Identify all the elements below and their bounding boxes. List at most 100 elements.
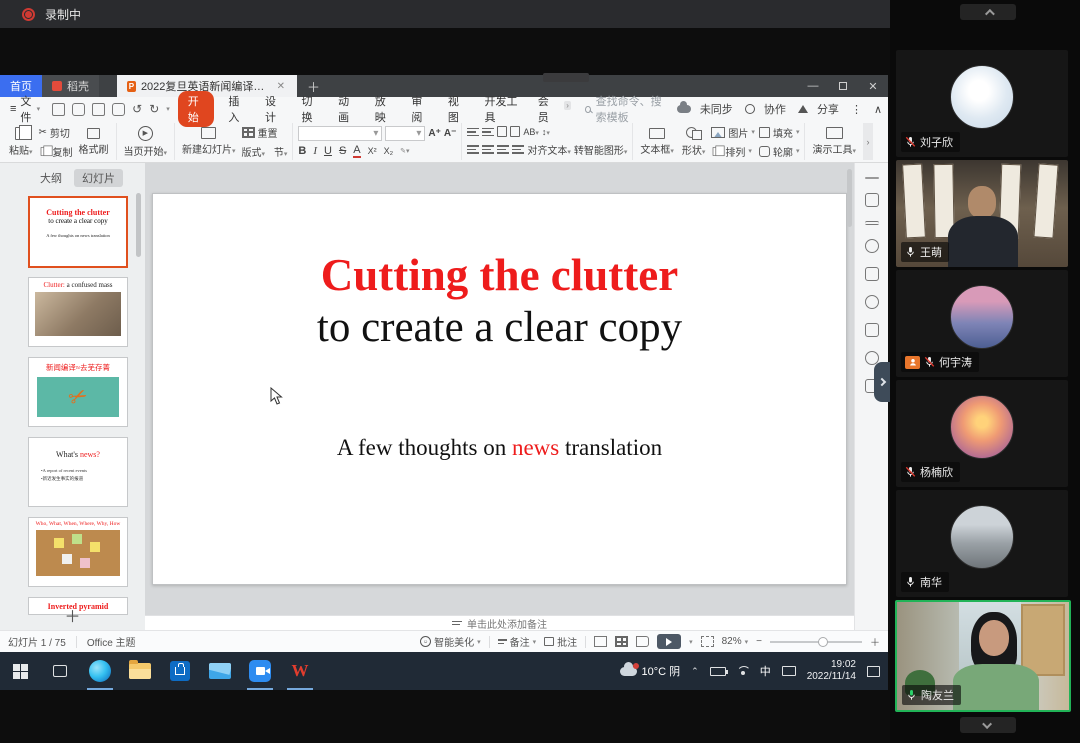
decrease-font-icon[interactable]: A⁻: [444, 128, 457, 139]
text-direction-icon[interactable]: AB▾: [523, 127, 539, 137]
picture-button[interactable]: 图片▾: [711, 125, 755, 140]
touch-keyboard-icon[interactable]: [782, 666, 796, 676]
rail-settings-icon[interactable]: [865, 221, 879, 225]
fill-button[interactable]: 填充▾: [759, 125, 800, 140]
textbox-button[interactable]: 文本框▾: [638, 128, 676, 156]
redo-icon[interactable]: ↻: [149, 102, 159, 116]
participant-tile-5[interactable]: 南华: [896, 490, 1068, 597]
notes-bar[interactable]: 单击此处添加备注: [145, 615, 854, 630]
copy-button[interactable]: 复制: [39, 144, 73, 159]
font-family-select[interactable]: ▾: [298, 126, 382, 141]
play-options-icon[interactable]: ▾: [689, 638, 693, 646]
align-right-icon[interactable]: [497, 143, 509, 155]
minimize-button[interactable]: —: [798, 75, 828, 97]
slideshow-play-button[interactable]: [657, 634, 681, 649]
participant-tile-3[interactable]: 何宇涛: [896, 270, 1068, 377]
close-tab-icon[interactable]: ✕: [275, 81, 287, 92]
taskbar-clock[interactable]: 19:022022/11/14: [807, 659, 856, 684]
save-icon[interactable]: [52, 103, 65, 116]
start-button[interactable]: [0, 652, 40, 690]
layout-button[interactable]: 版式▾: [242, 144, 266, 159]
zoom-slider-knob[interactable]: [818, 637, 828, 647]
slide-thumbnail-2[interactable]: Clutter: a confused mass: [28, 277, 128, 347]
format-painter-button[interactable]: 格式刷: [77, 128, 111, 156]
sidebar-collapse-handle[interactable]: [874, 362, 890, 402]
slide-thumbnail-3[interactable]: 新闻编译≈去芜存菁 ✂: [28, 357, 128, 427]
taskbar-wps[interactable]: W: [280, 652, 320, 690]
undo-icon[interactable]: ↺: [132, 102, 142, 116]
action-center-icon[interactable]: [867, 666, 880, 677]
panel-scrollbar[interactable]: [136, 193, 141, 257]
taskbar-meeting[interactable]: [240, 652, 280, 690]
comments-button[interactable]: 批注: [544, 634, 577, 649]
smart-beautify-button[interactable]: ☺智能美化▾: [420, 634, 481, 649]
font-color-button[interactable]: A: [353, 145, 360, 158]
taskbar-mail[interactable]: [200, 652, 240, 690]
command-search[interactable]: 查找命令、搜索模板: [579, 93, 669, 125]
maximize-button[interactable]: [828, 75, 858, 97]
menu-item-home[interactable]: 开始: [178, 91, 215, 127]
increase-font-icon[interactable]: A⁺: [428, 128, 441, 139]
meeting-toolbar-collapsed-pill[interactable]: [543, 73, 589, 82]
align-left-icon[interactable]: [467, 143, 479, 155]
decrease-indent-icon[interactable]: [497, 126, 507, 137]
print-preview-icon[interactable]: [112, 103, 125, 116]
taskbar-store[interactable]: [160, 652, 200, 690]
close-button[interactable]: ✕: [858, 75, 888, 97]
canvas-scrollbar[interactable]: [847, 169, 852, 227]
theme-name[interactable]: Office 主题: [87, 634, 136, 649]
ime-indicator[interactable]: 中: [760, 663, 771, 679]
align-center-icon[interactable]: [482, 143, 494, 155]
panel-tab-slides[interactable]: 幻灯片: [74, 169, 123, 187]
taskbar-edge[interactable]: [80, 652, 120, 690]
paste-button[interactable]: 粘贴▾: [7, 127, 35, 157]
menu-item-slideshow[interactable]: 放映: [369, 91, 398, 127]
highlight-pen-icon[interactable]: ✎▾: [400, 147, 409, 155]
new-slide-button[interactable]: 新建幻灯片▾: [180, 127, 238, 156]
export-icon[interactable]: [72, 103, 85, 116]
rail-rocket-icon[interactable]: [865, 193, 879, 207]
scroll-down-button[interactable]: [960, 717, 1016, 733]
more-icon[interactable]: ▾: [166, 105, 170, 113]
rail-calendar-icon[interactable]: [865, 323, 879, 337]
print-icon[interactable]: [92, 103, 105, 116]
menu-item-member[interactable]: 会员: [532, 91, 561, 127]
zoom-out-button[interactable]: −: [756, 636, 762, 647]
zoom-level[interactable]: 82%▾: [722, 636, 749, 647]
play-from-current-button[interactable]: ▶当页开始▾: [122, 126, 170, 158]
rail-beautify-icon[interactable]: [865, 239, 879, 253]
underline-button[interactable]: U: [324, 145, 332, 157]
share-button[interactable]: 分享: [798, 101, 839, 117]
section-button[interactable]: 节▾: [274, 144, 288, 159]
superscript-button[interactable]: X²: [368, 146, 377, 156]
collapse-ribbon-icon[interactable]: ∧: [874, 103, 882, 116]
file-menu[interactable]: ≡ 文件 ▾: [6, 93, 44, 125]
battery-icon[interactable]: [710, 667, 726, 676]
bold-button[interactable]: B: [298, 145, 306, 157]
outline-button[interactable]: 轮廓▾: [759, 144, 800, 159]
current-slide[interactable]: Cutting the clutter to create a clear co…: [152, 193, 847, 585]
increase-indent-icon[interactable]: [510, 126, 520, 137]
sorter-view-icon[interactable]: [615, 636, 628, 647]
menu-item-animation[interactable]: 动画: [332, 91, 361, 127]
shape-button[interactable]: 形状▾: [680, 127, 708, 157]
smartart-button[interactable]: 转智能图形▾: [574, 142, 628, 157]
menu-item-review[interactable]: 审阅: [405, 91, 434, 127]
participant-tile-4[interactable]: 杨楠欣: [896, 380, 1068, 487]
fit-slide-icon[interactable]: [701, 636, 714, 647]
reading-view-icon[interactable]: [636, 636, 649, 647]
menu-item-insert[interactable]: 插入: [222, 91, 251, 127]
ribbon-overflow-handle[interactable]: ›: [863, 123, 873, 160]
participant-tile-6[interactable]: 陶友兰: [895, 600, 1071, 712]
slide-thumbnail-5[interactable]: Who, What, When, Where, Why, How: [28, 517, 128, 587]
subscript-button[interactable]: X₂: [384, 146, 394, 156]
rail-layers-icon[interactable]: [865, 267, 879, 281]
scroll-up-button[interactable]: [960, 4, 1016, 20]
zoom-in-button[interactable]: ＋: [870, 634, 880, 649]
line-spacing-icon[interactable]: ↕▾: [542, 127, 550, 137]
weather-widget[interactable]: 10°C 阴: [620, 663, 681, 679]
collaborate-button[interactable]: 协作: [745, 101, 786, 117]
numbered-list-icon[interactable]: [482, 126, 494, 138]
normal-view-icon[interactable]: [594, 636, 607, 647]
notes-button[interactable]: 备注▾: [498, 634, 537, 649]
